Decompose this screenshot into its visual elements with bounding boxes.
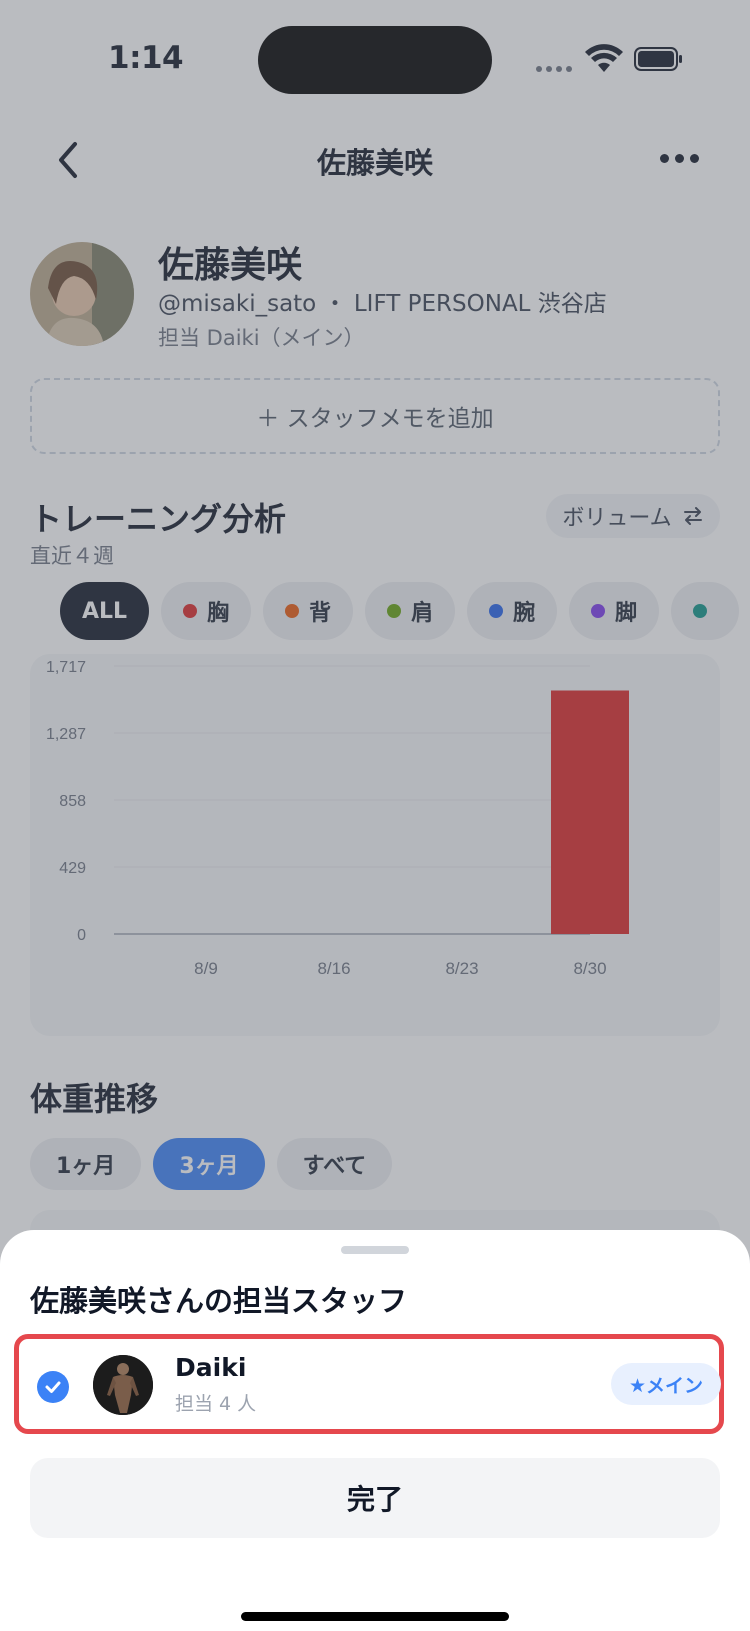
checkmark-icon bbox=[37, 1371, 69, 1403]
app-screen: 1:14 佐藤美咲 佐藤美咲 @misaki_sato ・ LIFT PERSO… bbox=[0, 0, 750, 1631]
staff-avatar bbox=[93, 1355, 153, 1415]
staff-client-count: 担当 4 人 bbox=[175, 1393, 257, 1415]
staff-bottom-sheet: 佐藤美咲さんの担当スタッフ Daiki 担当 4 人 ★メイン 完了 bbox=[0, 1230, 750, 1631]
main-staff-badge-label: ★メイン bbox=[628, 1374, 704, 1397]
main-staff-badge: ★メイン bbox=[611, 1363, 721, 1405]
sheet-title: 佐藤美咲さんの担当スタッフ bbox=[30, 1284, 408, 1318]
done-button[interactable]: 完了 bbox=[30, 1458, 720, 1538]
sheet-grabber[interactable] bbox=[341, 1246, 409, 1254]
staff-row-daiki[interactable]: Daiki 担当 4 人 ★メイン bbox=[14, 1334, 724, 1434]
home-indicator bbox=[241, 1612, 509, 1621]
staff-name: Daiki bbox=[175, 1353, 247, 1382]
